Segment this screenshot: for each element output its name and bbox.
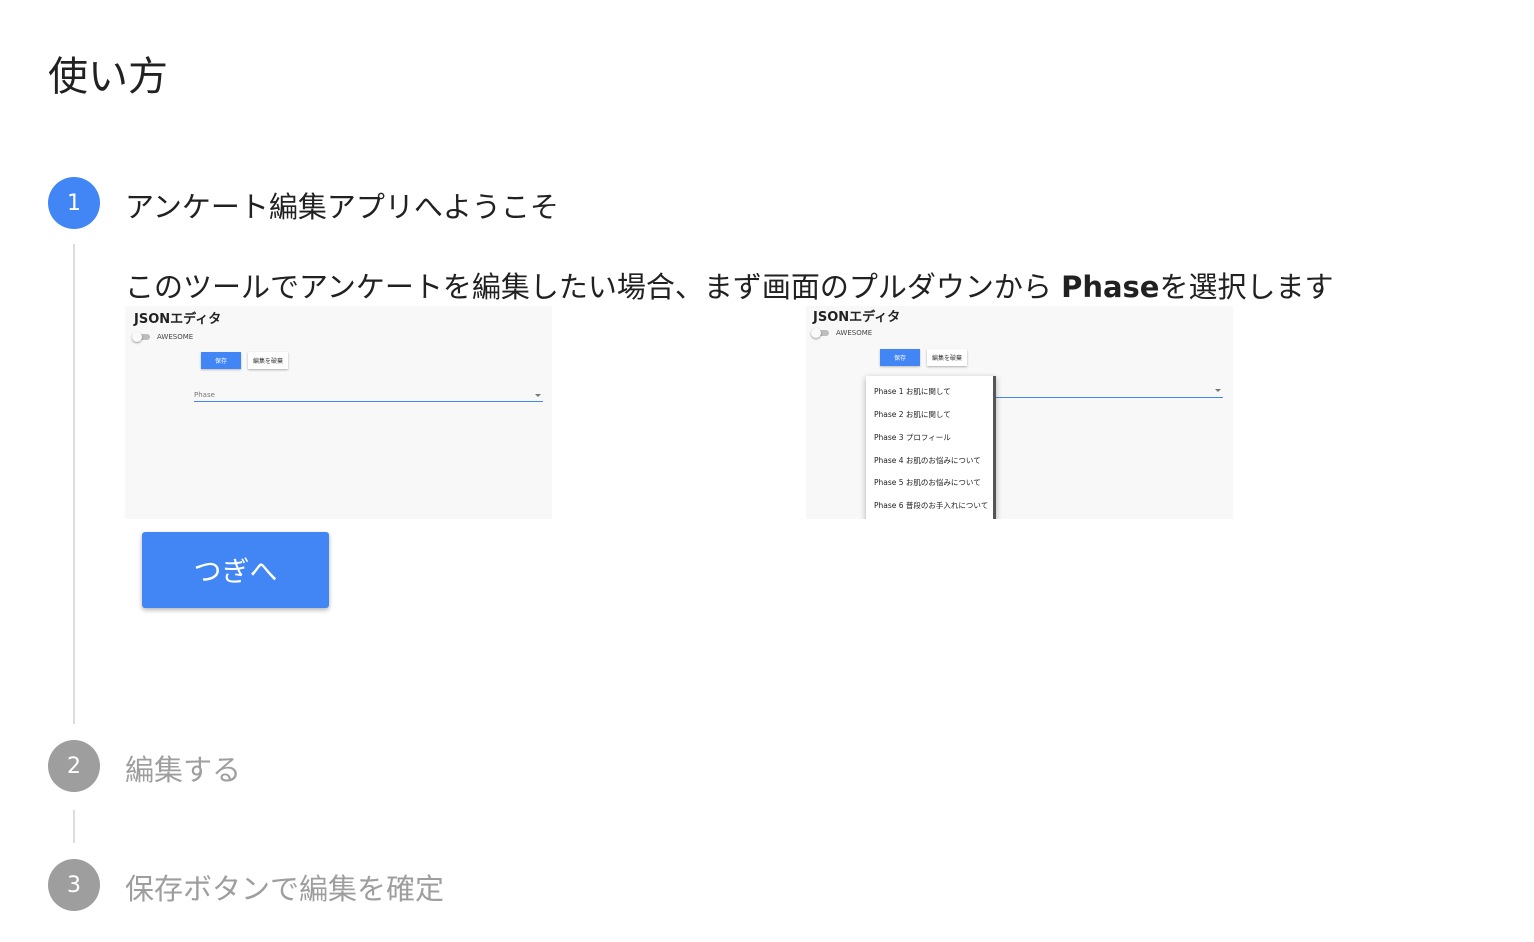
stepper-connector-line xyxy=(73,244,75,724)
toggle-switch xyxy=(132,332,150,342)
step-1-number[interactable]: 1 xyxy=(48,177,100,229)
stepper-connector-line xyxy=(73,810,75,843)
page-title: 使い方 xyxy=(48,54,168,100)
description-bold: Phase xyxy=(1061,270,1160,304)
step-3-number[interactable]: 3 xyxy=(48,859,100,911)
next-button[interactable]: つぎへ xyxy=(142,532,329,608)
select-underline xyxy=(194,401,543,402)
menu-item: Phase 6 普段のお手入れについて xyxy=(874,501,989,510)
menu-scrollbar xyxy=(993,376,996,519)
menu-item: Phase 3 プロフィール xyxy=(874,433,951,442)
screenshot-title: JSONエディタ xyxy=(813,310,901,325)
step-3-label[interactable]: 保存ボタンで編集を確定 xyxy=(125,866,444,908)
step-1-label[interactable]: アンケート編集アプリへようこそ xyxy=(125,184,559,226)
save-button-preview: 保存 xyxy=(201,352,241,369)
menu-item: Phase 4 お肌のお悩みについて xyxy=(874,456,981,465)
description-text: このツールでアンケートを編集したい場合、まず画面のプルダウンから xyxy=(125,270,1062,304)
phase-dropdown-menu: Phase 1 お肌に関して Phase 2 お肌に関して Phase 3 プロ… xyxy=(866,376,996,519)
menu-item: Phase 1 お肌に関して xyxy=(874,387,951,396)
screenshot-title: JSONエディタ xyxy=(134,312,222,327)
screenshot-phase-dropdown: JSONエディタ AWESOME 保存 編集を破棄 Phase 1 お肌に関して… xyxy=(806,306,1233,519)
toggle-label: AWESOME xyxy=(836,329,873,337)
select-underline xyxy=(996,397,1223,398)
select-label: Phase xyxy=(194,391,215,399)
discard-button-preview: 編集を破棄 xyxy=(927,349,967,366)
step-1-description: このツールでアンケートを編集したい場合、まず画面のプルダウンから Phaseを選… xyxy=(125,264,1333,306)
discard-button-preview: 編集を破棄 xyxy=(248,352,288,369)
step-2-label[interactable]: 編集する xyxy=(125,747,241,789)
chevron-down-icon xyxy=(535,394,541,397)
toggle-switch xyxy=(811,328,829,338)
step-2-number[interactable]: 2 xyxy=(48,740,100,792)
screenshot-phase-select: JSONエディタ AWESOME 保存 編集を破棄 Phase xyxy=(125,306,552,519)
description-text-end: を選択します xyxy=(1159,270,1334,304)
save-button-preview: 保存 xyxy=(880,349,920,366)
chevron-down-icon xyxy=(1215,389,1221,392)
menu-item: Phase 2 お肌に関して xyxy=(874,410,951,419)
toggle-label: AWESOME xyxy=(157,333,194,341)
menu-item: Phase 5 お肌のお悩みについて xyxy=(874,478,981,487)
